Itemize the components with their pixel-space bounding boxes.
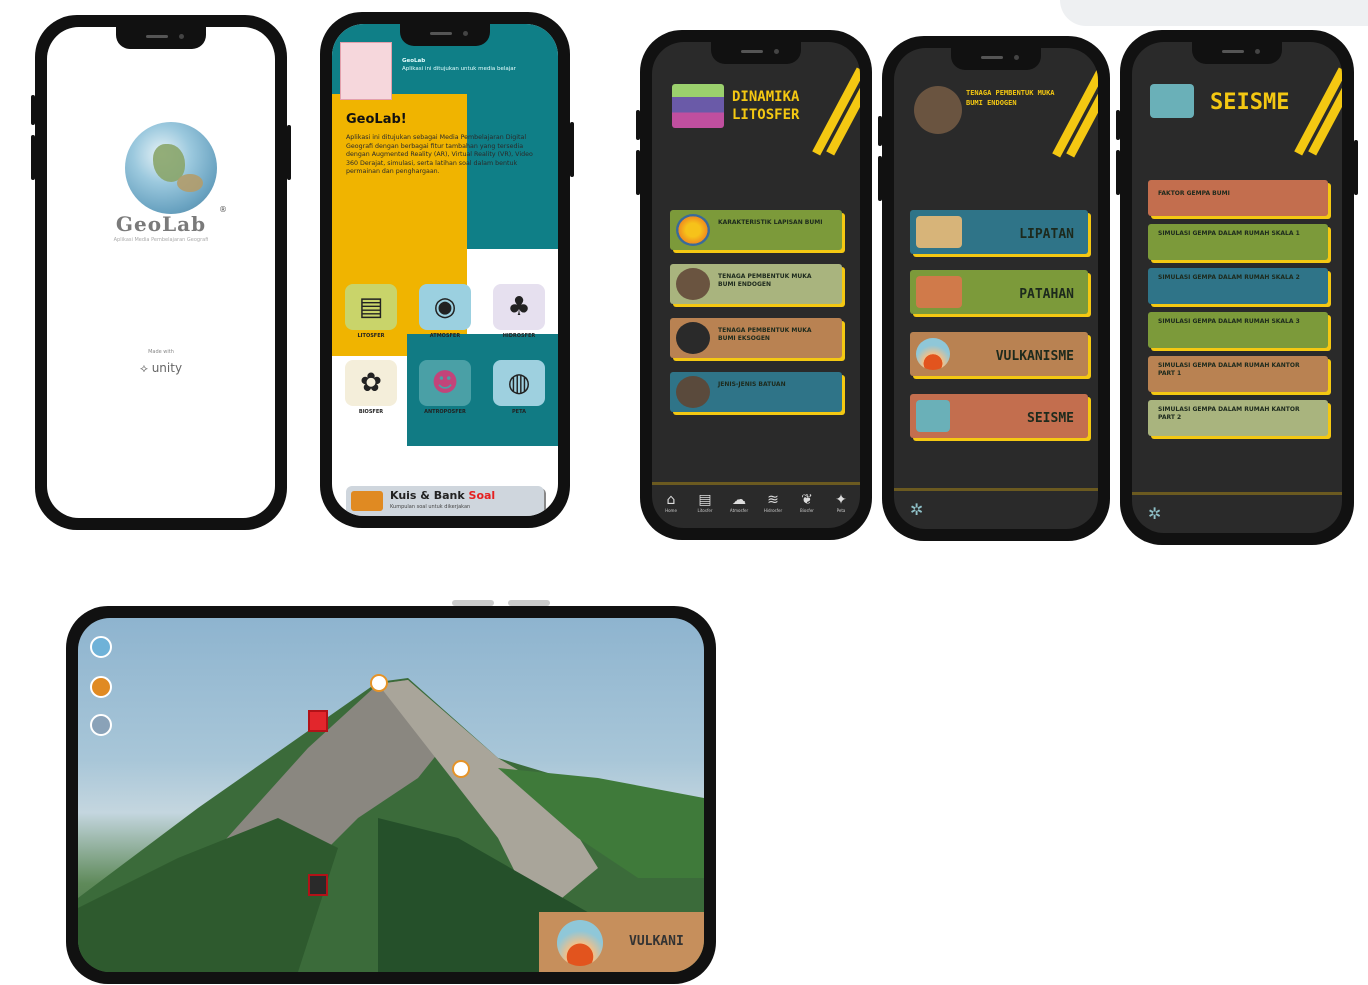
camera-icon[interactable] — [90, 676, 112, 698]
leaf-icon: ❦ — [801, 492, 813, 508]
home-screen: GeoLab Aplikasi ini ditujukan untuk medi… — [332, 24, 558, 516]
screen-title: TENAGA PEMBENTUK MUKA BUMI ENDOGEN — [966, 89, 1055, 107]
volcano-photo-icon — [914, 86, 962, 134]
phone-splash: GeoLab ® Aplikasi Media Pembelajaran Geo… — [31, 15, 291, 530]
tree-icon: ♣ — [493, 284, 545, 330]
volcano-icon — [557, 920, 603, 966]
person-icon[interactable] — [90, 714, 112, 736]
menu-biosfer[interactable]: ✿ BIOSFER — [340, 360, 402, 415]
endogen-screen: TENAGA PEMBENTUK MUKA BUMI ENDOGEN LIPAT… — [894, 48, 1098, 529]
people-icon: ☻ — [419, 360, 471, 406]
made-with-label: Made with — [148, 349, 174, 355]
nav-biosfer[interactable]: ❦ Biosfer — [794, 492, 820, 513]
earth-layers-icon — [676, 214, 710, 246]
menu-litosfer[interactable]: ▤ LITOSFER — [340, 284, 402, 339]
nav-litosfer[interactable]: ▤ Litosfer — [692, 492, 718, 513]
phone-endogen: TENAGA PEMBENTUK MUKA BUMI ENDOGEN LIPAT… — [878, 36, 1110, 541]
menu-jenis-batuan[interactable]: JENIS-JENIS BATUAN — [670, 372, 842, 412]
layers-icon: ▤ — [345, 284, 397, 330]
home-icon[interactable] — [90, 636, 112, 658]
screen-title: SEISME — [1210, 90, 1290, 115]
nav-peta[interactable]: ✦ Peta — [828, 492, 854, 513]
seismograph-icon — [916, 400, 950, 432]
menu-lipatan[interactable]: LIPATAN — [910, 210, 1088, 254]
menu-karakteristik-lapisan-bumi[interactable]: KARAKTERISTIK LAPISAN BUMI — [670, 210, 842, 250]
camera-icon: ◉ — [419, 284, 471, 330]
unity-icon: ⟡ — [139, 361, 148, 375]
menu-faktor-gempa[interactable]: FAKTOR GEMPA BUMI — [1148, 180, 1328, 216]
map-pin-slope-icon[interactable] — [452, 760, 470, 778]
nav-hidrosfer[interactable]: ≋ Hidrosfer — [760, 492, 786, 513]
phone-home: GeoLab Aplikasi ini ditujukan untuk medi… — [320, 12, 574, 528]
quiz-bank-button[interactable]: Kuis & Bank Soal Kumpulan soal untuk dik… — [346, 486, 544, 516]
map-icon: ◍ — [493, 360, 545, 406]
water-icon: ≋ — [767, 492, 779, 508]
layers-icon — [672, 84, 724, 128]
brand-tagline: Aplikasi Media Pembelajaran Geografi — [113, 237, 209, 243]
phone-litosfer: DINAMIKA LITOSFER KARAKTERISTIK LAPISAN … — [636, 30, 872, 540]
volcano-photo-icon — [676, 268, 710, 300]
flower-icon: ✿ — [345, 360, 397, 406]
menu-simulasi-skala-2[interactable]: SIMULASI GEMPA DALAM RUMAH SKALA 2 — [1148, 268, 1328, 304]
menu-peta[interactable]: ◍ PETA — [488, 360, 550, 415]
info-marker-icon[interactable] — [308, 874, 328, 896]
app-brand: GeoLab — [115, 212, 207, 236]
screen-title: DINAMIKA LITOSFER — [732, 89, 800, 123]
map-pin-summit-icon[interactable] — [370, 674, 388, 692]
home-title: GeoLab! — [346, 112, 407, 127]
phone-landscape-vr: VULKANI — [66, 606, 716, 984]
profile-photo[interactable] — [340, 42, 392, 100]
seismograph-icon — [1150, 84, 1194, 118]
bottom-nav: ⌂ Home ▤ Litosfer ☁ Atmosfer ≋ Hidrosfer ❦ Bi… — [658, 492, 854, 513]
menu-simulasi-skala-3[interactable]: SIMULASI GEMPA DALAM RUMAH SKALA 3 — [1148, 312, 1328, 348]
stripe-decoration — [1052, 66, 1098, 166]
volcano-icon — [916, 338, 950, 370]
stripe-decoration — [812, 64, 860, 164]
litosfer-screen: DINAMIKA LITOSFER KARAKTERISTIK LAPISAN … — [652, 42, 860, 528]
fold-icon — [916, 216, 962, 248]
globe-logo-icon — [125, 122, 217, 214]
unity-logo: ⟡ unity — [139, 361, 183, 375]
fault-icon — [916, 276, 962, 308]
background-decoration — [1060, 0, 1368, 26]
rock-icon — [676, 376, 710, 408]
home-icon: ⌂ — [666, 492, 676, 508]
info-marker-icon[interactable] — [308, 710, 328, 732]
layers-icon: ▤ — [698, 492, 712, 508]
menu-simulasi-kantor-2[interactable]: SIMULASI GEMPA DALAM RUMAH KANTOR PART 2 — [1148, 400, 1328, 436]
erosion-icon — [676, 322, 710, 354]
menu-antroposfer[interactable]: ☻ ANTROPOSFER — [414, 360, 476, 415]
menu-simulasi-kantor-1[interactable]: SIMULASI GEMPA DALAM RUMAH KANTOR PART 1 — [1148, 356, 1328, 392]
menu-hidrosfer[interactable]: ♣ HIDROSFER — [488, 284, 550, 339]
gear-icon[interactable]: ✲ — [1148, 504, 1161, 523]
splash-screen: GeoLab ® Aplikasi Media Pembelajaran Geo… — [47, 27, 275, 518]
menu-seisme[interactable]: SEISME — [910, 394, 1088, 438]
nav-atmosfer[interactable]: ☁ Atmosfer — [726, 492, 752, 513]
menu-patahan[interactable]: PATAHAN — [910, 270, 1088, 314]
menu-atmosfer[interactable]: ◉ ATMOSFER — [414, 284, 476, 339]
home-description: Aplikasi ini ditujukan sebagai Media Pem… — [346, 134, 533, 176]
cloud-icon: ☁ — [732, 492, 746, 508]
quiz-icon — [351, 491, 383, 511]
phone-seisme: SEISME FAKTOR GEMPA BUMI SIMULASI GEMPA … — [1116, 30, 1358, 545]
home-header: GeoLab Aplikasi ini ditujukan untuk medi… — [402, 58, 516, 72]
vulkanisme-panel[interactable]: VULKANI — [539, 912, 704, 972]
menu-simulasi-skala-1[interactable]: SIMULASI GEMPA DALAM RUMAH SKALA 1 — [1148, 224, 1328, 260]
menu-tenaga-endogen[interactable]: TENAGA PEMBENTUK MUKA BUMI ENDOGEN — [670, 264, 842, 304]
registered-mark: ® — [219, 205, 227, 214]
map-icon: ✦ — [835, 492, 847, 508]
vr-volcano-view[interactable]: VULKANI — [78, 618, 704, 972]
menu-vulkanisme[interactable]: VULKANISME — [910, 332, 1088, 376]
seisme-screen: SEISME FAKTOR GEMPA BUMI SIMULASI GEMPA … — [1132, 42, 1342, 533]
menu-tenaga-eksogen[interactable]: TENAGA PEMBENTUK MUKA BUMI EKSOGEN — [670, 318, 842, 358]
stripe-decoration — [1294, 64, 1342, 164]
nav-home[interactable]: ⌂ Home — [658, 492, 684, 513]
gear-icon[interactable]: ✲ — [910, 500, 923, 519]
